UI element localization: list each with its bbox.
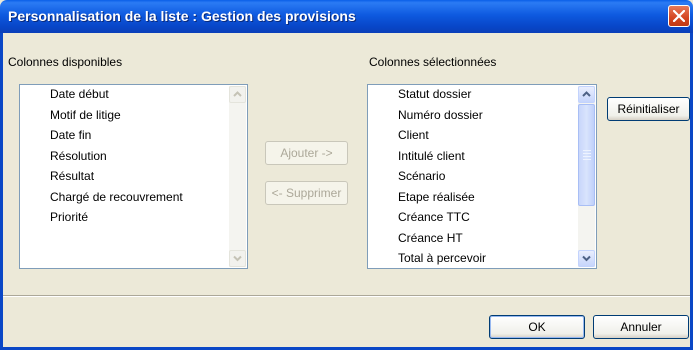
available-scrollbar[interactable] — [229, 86, 246, 267]
available-items: Date début Motif de litige Date fin Réso… — [20, 85, 183, 229]
list-item[interactable]: Etape réalisée — [368, 188, 486, 209]
remove-button[interactable]: <- Supprimer — [265, 181, 348, 205]
chevron-down-icon — [233, 255, 242, 262]
list-item[interactable]: Créance HT — [368, 229, 486, 250]
list-item[interactable]: Client — [368, 126, 486, 147]
available-columns-list[interactable]: Date début Motif de litige Date fin Réso… — [19, 84, 248, 269]
title-bar[interactable]: Personnalisation de la liste : Gestion d… — [0, 0, 693, 33]
selected-scrollbar[interactable] — [578, 86, 595, 267]
scroll-up-button[interactable] — [578, 86, 595, 103]
available-columns-label: Colonnes disponibles — [8, 55, 123, 69]
list-item[interactable]: Créance TTC — [368, 208, 486, 229]
scroll-up-button[interactable] — [229, 86, 246, 103]
list-item[interactable]: Date fin — [20, 126, 183, 147]
scroll-down-button[interactable] — [229, 250, 246, 267]
add-button[interactable]: Ajouter -> — [265, 141, 348, 165]
separator — [3, 295, 690, 297]
list-item[interactable]: Priorité — [20, 208, 183, 229]
list-item[interactable]: Chargé de recouvrement — [20, 188, 183, 209]
list-item[interactable]: Statut dossier — [368, 85, 486, 106]
selected-columns-label: Colonnes sélectionnées — [369, 55, 497, 69]
list-item[interactable]: Motif de litige — [20, 106, 183, 127]
selected-columns-list[interactable]: Statut dossier Numéro dossier Client Int… — [367, 84, 597, 269]
list-item[interactable]: Scénario — [368, 167, 486, 188]
chevron-up-icon — [233, 91, 242, 97]
close-button[interactable] — [668, 5, 690, 27]
close-icon — [673, 10, 685, 22]
scroll-thumb[interactable] — [578, 104, 595, 206]
list-item[interactable]: Résolution — [20, 147, 183, 168]
selected-items: Statut dossier Numéro dossier Client Int… — [368, 85, 486, 270]
reset-button[interactable]: Réinitialiser — [607, 97, 690, 121]
list-item[interactable]: Date début — [20, 85, 183, 106]
chevron-up-icon — [582, 91, 591, 97]
ok-button[interactable]: OK — [489, 315, 585, 339]
window-frame-left — [0, 33, 3, 350]
list-item[interactable]: Intitulé client — [368, 147, 486, 168]
scroll-down-button[interactable] — [578, 250, 595, 267]
list-item[interactable]: Résultat — [20, 167, 183, 188]
list-item[interactable]: Total à percevoir — [368, 249, 486, 270]
cancel-button[interactable]: Annuler — [593, 315, 689, 339]
list-item[interactable]: Numéro dossier — [368, 106, 486, 127]
window-title: Personnalisation de la liste : Gestion d… — [8, 8, 356, 24]
chevron-down-icon — [582, 255, 591, 262]
